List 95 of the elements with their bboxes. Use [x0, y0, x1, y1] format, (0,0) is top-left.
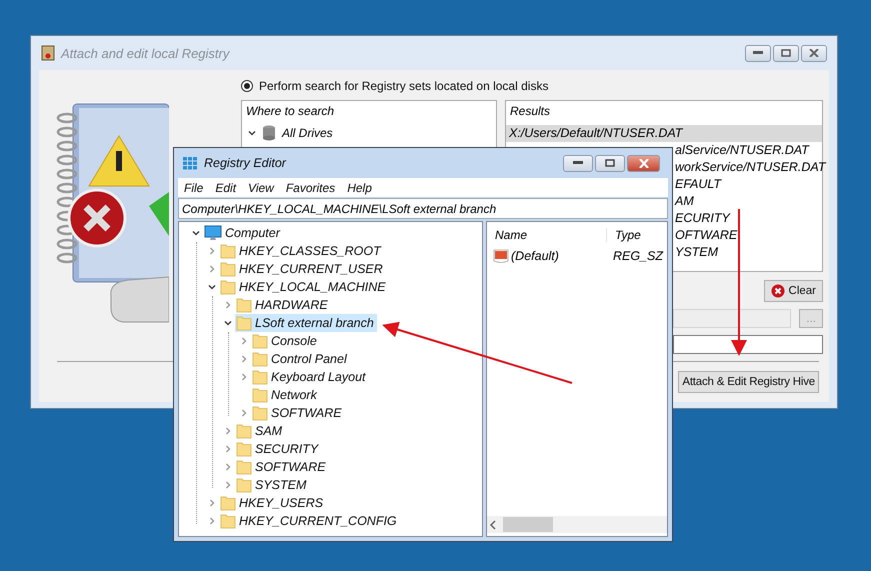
chevron-right-icon[interactable]: [240, 355, 248, 363]
chevron-right-icon[interactable]: [240, 337, 248, 345]
result-row[interactable]: workService/NTUSER.DAT: [675, 159, 826, 176]
menu-item[interactable]: Help: [347, 180, 372, 194]
chevron-right-icon[interactable]: [208, 265, 216, 273]
result-row[interactable]: OFTWARE: [675, 227, 738, 244]
string-value-icon: [493, 248, 509, 264]
folder-icon: [252, 351, 268, 367]
chevron-right-icon[interactable]: [224, 445, 232, 453]
close-icon: [809, 49, 819, 57]
folder-icon: [252, 369, 268, 385]
tree-item[interactable]: SAM: [235, 422, 286, 440]
panel-header: Where to search: [245, 103, 336, 120]
folder-icon: [236, 459, 252, 475]
value-type: REG_SZ: [612, 249, 664, 263]
monitor-icon: [204, 225, 222, 241]
tree-item[interactable]: HKEY_LOCAL_MACHINE: [219, 278, 389, 296]
maximize-button[interactable]: [773, 44, 799, 62]
chevron-down-icon[interactable]: [224, 319, 232, 327]
chevron-right-icon[interactable]: [224, 301, 232, 309]
result-row[interactable]: alService/NTUSER.DAT: [675, 142, 809, 159]
maximize-button[interactable]: [595, 154, 625, 172]
minimize-button[interactable]: [745, 44, 771, 62]
tree-item[interactable]: LSoft external branch: [235, 314, 377, 332]
column-header[interactable]: Name: [487, 228, 607, 242]
close-button[interactable]: [627, 154, 660, 172]
input-field[interactable]: [673, 335, 823, 354]
tree-item[interactable]: SOFTWARE: [251, 404, 345, 422]
folder-icon: [236, 423, 252, 439]
grid-icon: [182, 155, 198, 171]
folder-icon: [252, 405, 268, 421]
tree-item[interactable]: HKEY_USERS: [219, 494, 326, 512]
chevron-right-icon[interactable]: [224, 463, 232, 471]
folder-icon: [236, 477, 252, 493]
close-icon: [638, 158, 650, 168]
menu-item[interactable]: Edit: [215, 180, 236, 194]
value-name[interactable]: (Default): [511, 249, 559, 263]
minimize-icon: [753, 51, 763, 55]
database-icon: [262, 125, 276, 141]
minimize-icon: [573, 161, 583, 165]
tree-item[interactable]: HKEY_CURRENT_CONFIG: [219, 512, 400, 530]
minimize-button[interactable]: [563, 154, 593, 172]
tree-item[interactable]: Network: [251, 386, 320, 404]
folder-icon: [220, 513, 236, 529]
chevron-right-icon[interactable]: [208, 247, 216, 255]
tree-item[interactable]: Console: [251, 332, 320, 350]
registry-app-icon: [41, 45, 55, 61]
chevron-right-icon[interactable]: [224, 481, 232, 489]
chevron-down-icon[interactable]: [192, 229, 200, 237]
folder-icon: [220, 261, 236, 277]
folder-icon: [236, 315, 252, 331]
menu-item[interactable]: Favorites: [286, 180, 336, 194]
chevron-right-icon[interactable]: [208, 499, 216, 507]
folder-icon: [236, 441, 252, 457]
attach-button[interactable]: Attach & Edit Registry Hive: [678, 371, 819, 393]
chevron-right-icon[interactable]: [240, 409, 248, 417]
close-icon: [770, 284, 785, 298]
folder-icon: [220, 495, 236, 511]
tree-item[interactable]: HARDWARE: [235, 296, 331, 314]
maximize-icon: [605, 159, 615, 167]
tree-item[interactable]: Control Panel: [251, 350, 350, 368]
folder-icon: [220, 279, 236, 295]
close-button[interactable]: [801, 44, 827, 62]
result-row[interactable]: ECURITY: [675, 210, 730, 227]
menu-item[interactable]: View: [248, 180, 274, 194]
result-row[interactable]: AM: [675, 193, 694, 210]
result-row[interactable]: YSTEM: [675, 244, 718, 261]
tree-item[interactable]: Keyboard Layout: [251, 368, 369, 386]
column-header[interactable]: Type: [607, 228, 667, 242]
tree-item[interactable]: SOFTWARE: [235, 458, 329, 476]
result-row[interactable]: EFAULT: [675, 176, 722, 193]
menu-item[interactable]: File: [184, 180, 204, 194]
tree-item[interactable]: SYSTEM: [235, 476, 310, 494]
tree-item[interactable]: HKEY_CLASSES_ROOT: [219, 242, 384, 260]
tree-item[interactable]: HKEY_CURRENT_USER: [219, 260, 386, 278]
chevron-down-icon[interactable]: [208, 283, 216, 291]
chevron-down-icon[interactable]: [248, 129, 256, 137]
horizontal-scrollbar[interactable]: [487, 516, 667, 533]
chevron-right-icon[interactable]: [240, 373, 248, 381]
address-bar[interactable]: Computer\HKEY_LOCAL_MACHINE\LSoft external branch: [178, 198, 668, 219]
radio-button[interactable]: [241, 80, 253, 92]
maximize-icon: [781, 49, 791, 57]
folder-icon: [252, 387, 268, 403]
drive-item[interactable]: All Drives: [282, 126, 333, 140]
panel-header: Results: [509, 103, 552, 120]
window-title: Attach and edit local Registry: [61, 46, 231, 60]
clear-button[interactable]: Clear: [764, 280, 823, 302]
window-title: Registry Editor: [204, 156, 288, 170]
folder-icon: [220, 243, 236, 259]
tree-item[interactable]: Computer: [203, 224, 283, 242]
tree-item[interactable]: SECURITY: [235, 440, 322, 458]
result-row[interactable]: X:/Users/Default/NTUSER.DAT: [506, 125, 822, 142]
chevron-right-icon[interactable]: [224, 427, 232, 435]
radio-label: Perform search for Registry sets located on local disks: [259, 79, 548, 93]
chevron-right-icon[interactable]: [208, 517, 216, 525]
